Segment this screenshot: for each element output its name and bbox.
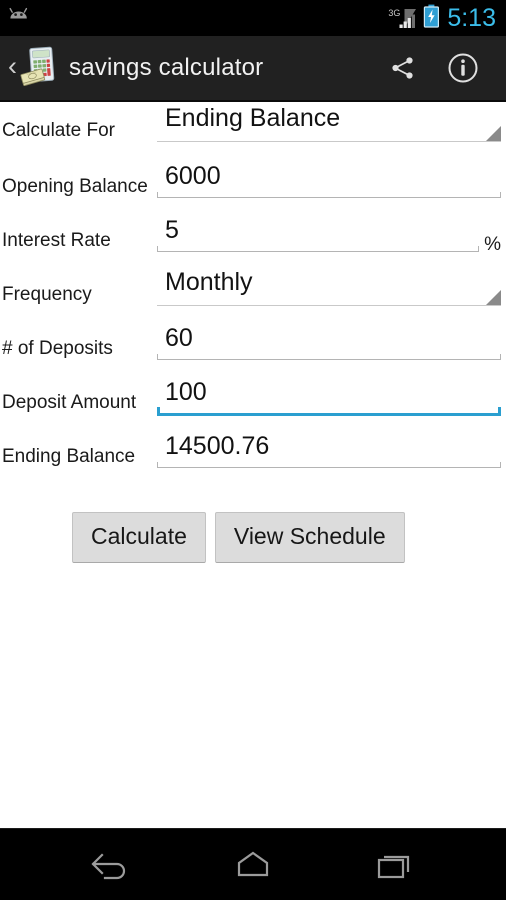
input-ending-balance-underline xyxy=(157,462,501,468)
input-deposit-amount-value: 100 xyxy=(165,378,207,406)
form-row-number-of-deposits: # of Deposits 60 xyxy=(0,322,506,376)
page-title: savings calculator xyxy=(69,54,264,81)
form-row-calculate-for: Calculate For Ending Balance xyxy=(0,104,506,160)
input-deposit-amount[interactable]: 100 xyxy=(157,380,501,416)
battery-charging-icon xyxy=(423,4,440,33)
status-bar: 3G 5:13 xyxy=(0,0,506,36)
action-bar-actions xyxy=(386,48,502,88)
app-screen: 3G 5:13 ‹ savings calculator Calculate F… xyxy=(0,0,506,900)
label-interest-rate: Interest Rate xyxy=(2,230,111,251)
info-icon[interactable] xyxy=(446,48,480,88)
android-head-icon xyxy=(8,7,30,30)
spinner-dropdown-arrow-icon[interactable] xyxy=(486,126,501,141)
input-ending-balance-value: 14500.76 xyxy=(165,432,270,460)
view-schedule-button[interactable]: View Schedule xyxy=(214,512,405,563)
spinner-calculate-for-underline xyxy=(157,141,501,142)
recent-apps-icon[interactable] xyxy=(360,839,430,891)
form-row-opening-balance: Opening Balance 6000 xyxy=(0,160,506,214)
action-buttons: Calculate View Schedule xyxy=(0,512,506,563)
form-row-ending-balance: Ending Balance 14500.76 xyxy=(0,430,506,484)
label-frequency: Frequency xyxy=(2,284,92,305)
back-arrow-icon[interactable] xyxy=(76,839,146,891)
signal-bars-icon: 3G xyxy=(388,7,418,29)
spinner-calculate-for-value: Ending Balance xyxy=(165,104,341,132)
input-ending-balance[interactable]: 14500.76 xyxy=(157,434,501,468)
calculator-money-icon xyxy=(19,44,61,92)
label-number-of-deposits: # of Deposits xyxy=(2,338,113,359)
home-icon[interactable] xyxy=(218,839,288,891)
input-interest-rate-value: 5 xyxy=(165,216,179,244)
input-deposit-amount-underline-focused xyxy=(157,407,501,416)
status-bar-clock: 5:13 xyxy=(447,3,496,32)
interest-rate-percent-suffix: % xyxy=(484,234,501,255)
input-interest-rate-underline xyxy=(157,246,479,252)
form-row-deposit-amount: Deposit Amount 100 xyxy=(0,376,506,430)
system-navigation-bar xyxy=(0,828,506,900)
input-number-of-deposits-value: 60 xyxy=(165,324,193,352)
share-icon[interactable] xyxy=(386,48,420,88)
input-opening-balance[interactable]: 6000 xyxy=(157,164,501,198)
back-navigation-chevron[interactable]: ‹ xyxy=(6,52,19,84)
input-number-of-deposits-underline xyxy=(157,354,501,360)
spinner-frequency-value: Monthly xyxy=(165,268,253,296)
calculate-button[interactable]: Calculate xyxy=(72,512,206,563)
status-bar-system-icons: 3G 5:13 xyxy=(388,4,496,33)
label-ending-balance: Ending Balance xyxy=(2,446,136,467)
spinner-frequency[interactable]: Monthly xyxy=(157,270,501,306)
spinner-frequency-underline xyxy=(157,305,501,306)
form-row-frequency: Frequency Monthly xyxy=(0,268,506,322)
label-opening-balance: Opening Balance xyxy=(2,176,148,197)
input-opening-balance-value: 6000 xyxy=(165,162,221,190)
form-row-interest-rate: Interest Rate 5 % xyxy=(0,214,506,268)
input-interest-rate[interactable]: 5 xyxy=(157,218,479,252)
label-deposit-amount: Deposit Amount xyxy=(2,392,137,413)
label-calculate-for: Calculate For xyxy=(2,120,115,141)
spinner-dropdown-arrow-icon[interactable] xyxy=(486,290,501,305)
action-bar: ‹ savings calculator xyxy=(0,36,506,102)
status-bar-notifications xyxy=(8,7,30,30)
calculator-form: Calculate For Ending Balance Opening Bal… xyxy=(0,104,506,484)
spinner-calculate-for[interactable]: Ending Balance xyxy=(157,106,501,142)
input-number-of-deposits[interactable]: 60 xyxy=(157,326,501,360)
input-opening-balance-underline xyxy=(157,192,501,198)
